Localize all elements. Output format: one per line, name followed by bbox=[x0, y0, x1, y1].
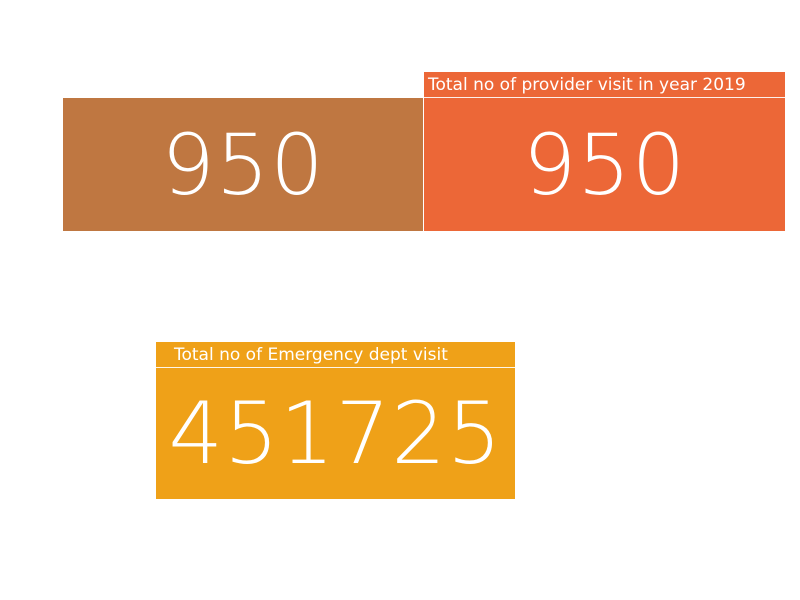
patient-visits-card: Total no of patient visit in year 2019 9… bbox=[63, 72, 423, 231]
provider-visits-value: 950 bbox=[522, 115, 687, 214]
provider-visits-title: Total no of provider visit in year 2019 bbox=[424, 72, 785, 98]
provider-visits-card: Total no of provider visit in year 2019 … bbox=[424, 72, 785, 231]
emergency-visits-title: Total no of Emergency dept visit bbox=[156, 342, 515, 368]
emergency-visits-label: Total no of Emergency dept visit bbox=[174, 344, 448, 365]
patient-visits-title: Total no of patient visit in year 2019 bbox=[63, 72, 423, 98]
patient-visits-value: 950 bbox=[161, 115, 325, 214]
provider-visits-label: Total no of provider visit in year 2019 bbox=[428, 74, 746, 95]
patient-visits-label: Total no of patient visit in year 2019 bbox=[69, 74, 377, 95]
dashboard-canvas: Total no of patient visit in year 2019 9… bbox=[0, 0, 800, 600]
emergency-visits-card: Total no of Emergency dept visit 451725 bbox=[156, 342, 515, 499]
emergency-visits-value: 451725 bbox=[168, 383, 503, 484]
